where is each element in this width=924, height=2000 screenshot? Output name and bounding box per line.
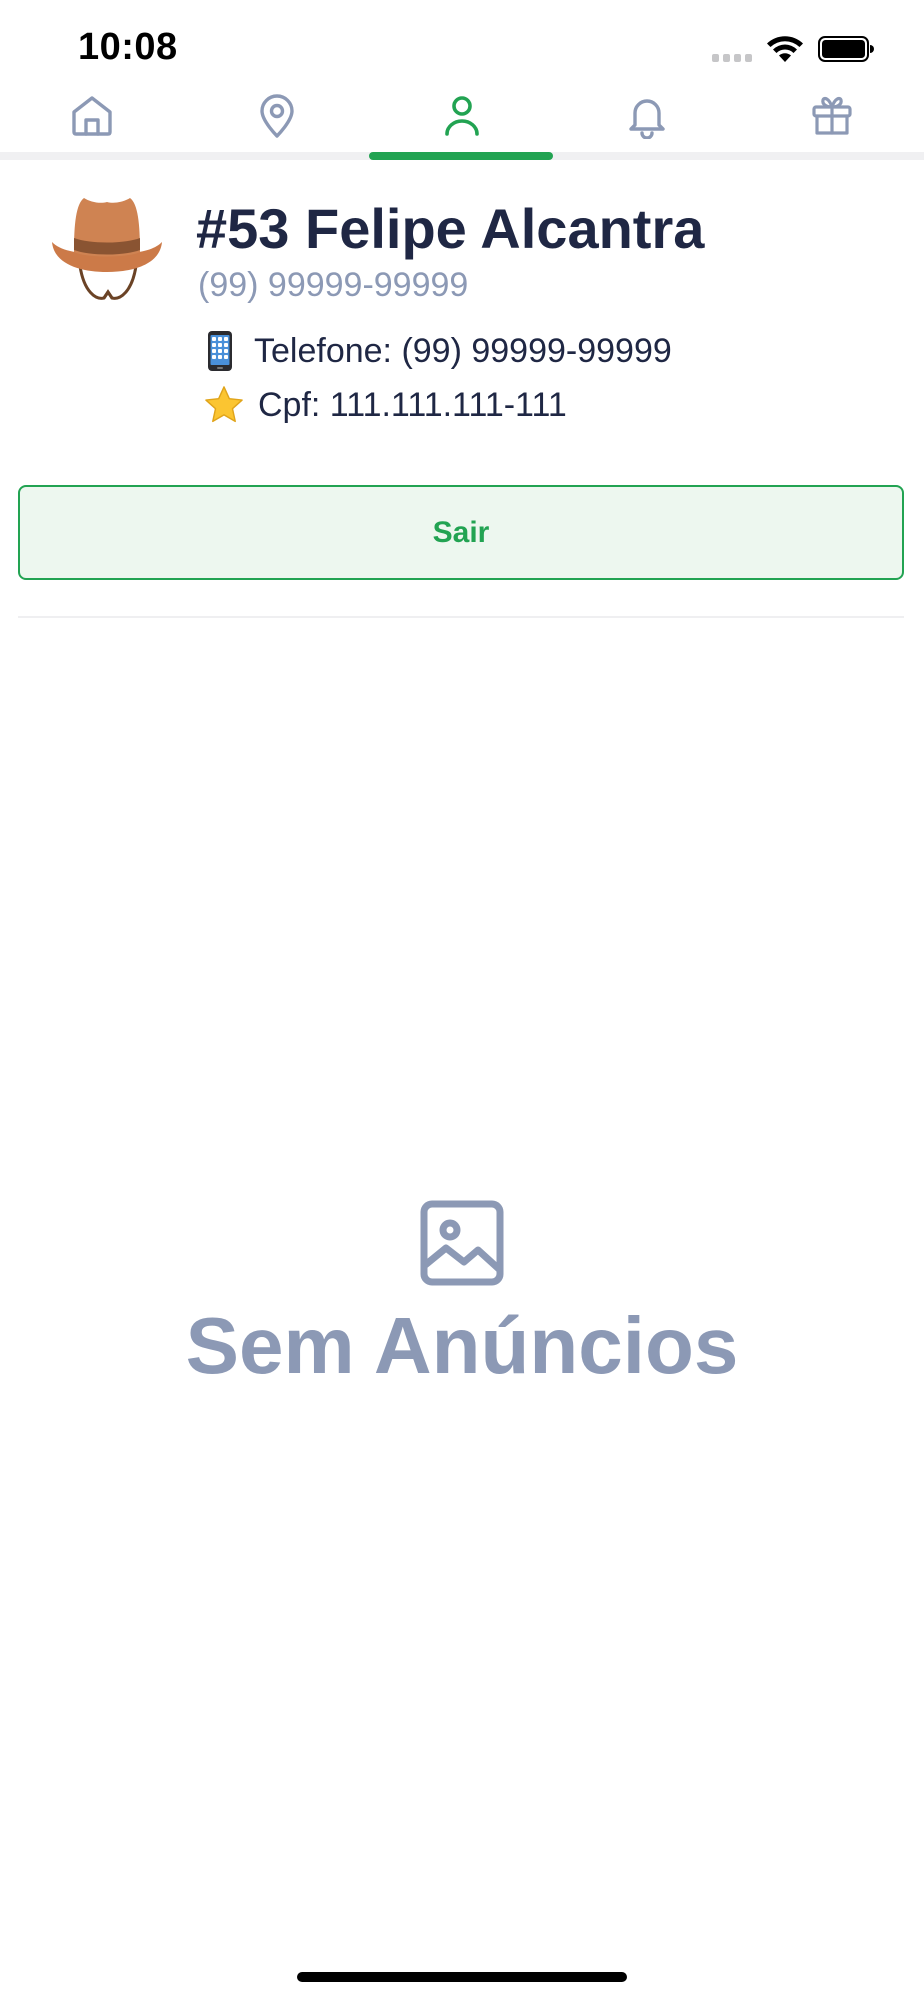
home-icon bbox=[72, 96, 113, 136]
empty-state-title: Sem Anúncios bbox=[185, 1301, 739, 1390]
image-icon bbox=[420, 1200, 504, 1286]
star-icon bbox=[204, 384, 244, 426]
tab-bar bbox=[0, 80, 924, 152]
tab-location[interactable] bbox=[185, 80, 370, 152]
gift-icon bbox=[811, 96, 852, 135]
profile-subtitle-phone: (99) 99999-99999 bbox=[198, 266, 469, 304]
tab-notifications[interactable] bbox=[554, 80, 739, 152]
tab-home[interactable] bbox=[0, 80, 185, 152]
cpf-text: Cpf: 111.111.111-111 bbox=[258, 385, 567, 424]
bell-icon bbox=[629, 99, 665, 139]
map-pin-icon bbox=[260, 94, 294, 138]
cpf-row: Cpf: 111.111.111-111 bbox=[204, 384, 567, 426]
cellular-signal-icon bbox=[712, 54, 756, 62]
logout-button[interactable]: Sair bbox=[18, 485, 904, 580]
section-divider bbox=[18, 616, 904, 618]
user-icon bbox=[445, 96, 479, 136]
profile-name: #53 Felipe Alcantra bbox=[196, 197, 705, 260]
cowboy-hat-icon bbox=[52, 198, 162, 300]
wifi-icon bbox=[767, 36, 803, 62]
logout-button-label: Sair bbox=[432, 515, 490, 549]
battery-icon bbox=[818, 36, 874, 62]
phone-row: Telefone: (99) 99999-99999 bbox=[200, 330, 672, 372]
phone-text: Telefone: (99) 99999-99999 bbox=[254, 331, 672, 370]
mobile-phone-icon bbox=[200, 330, 240, 372]
status-time: 10:08 bbox=[78, 26, 178, 68]
tab-profile[interactable] bbox=[370, 80, 555, 152]
tab-rewards[interactable] bbox=[739, 80, 924, 152]
home-indicator[interactable] bbox=[297, 1972, 627, 1982]
active-tab-indicator bbox=[369, 152, 553, 160]
status-bar: 10:08 bbox=[0, 0, 924, 80]
